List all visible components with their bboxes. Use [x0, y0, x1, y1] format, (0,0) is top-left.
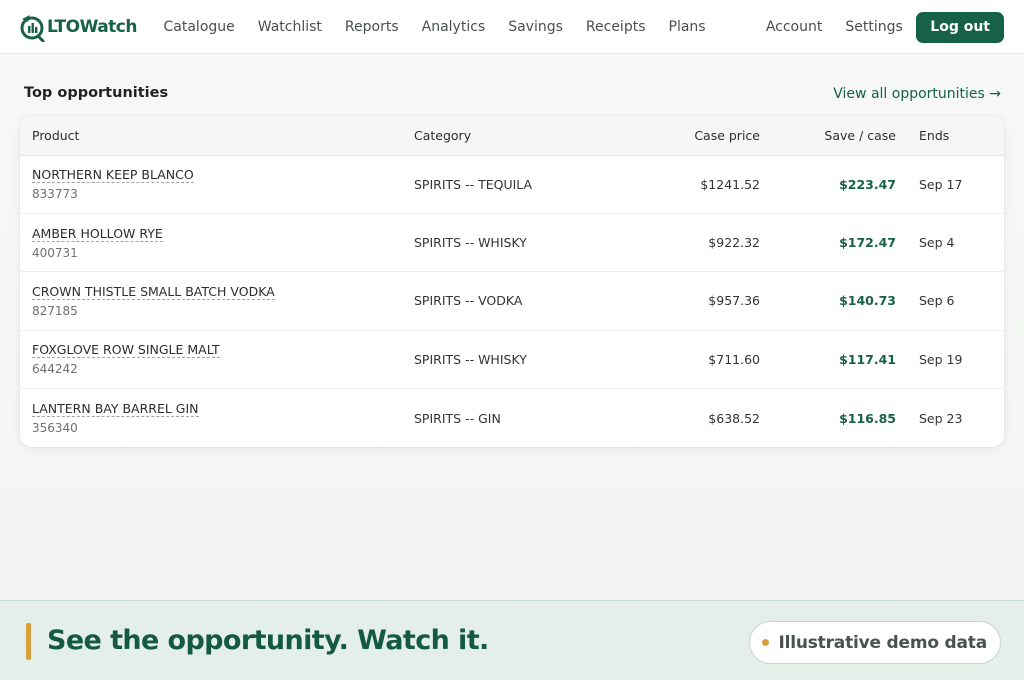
category-cell: SPIRITS -- TEQUILA	[414, 176, 533, 192]
status-dot-icon	[762, 639, 770, 646]
product-code: 400731	[32, 245, 78, 260]
category-cell: SPIRITS -- GIN	[414, 410, 501, 426]
product-code: 356340	[32, 421, 78, 435]
case-price-cell: $711.60	[708, 351, 760, 367]
product-cell: NORTHERN KEEP BLANCO 833773	[20, 155, 414, 213]
case-price-cell: $1241.52	[700, 176, 760, 192]
demo-data-badge: Illustrative demo data	[749, 621, 1001, 664]
table-row: AMBER HOLLOW RYE 400731 SPIRITS -- WHISK…	[20, 213, 1004, 272]
save-per-case-cell: $223.47	[839, 176, 896, 192]
product-cell: AMBER HOLLOW RYE 400731	[20, 213, 414, 271]
table-row: CROWN THISTLE SMALL BATCH VODKA 827185 S…	[20, 272, 1004, 331]
top-navigation-bar: LTOWatch Catalogue Watchlist Reports Ana…	[0, 0, 1024, 54]
case-price-cell: $957.36	[708, 293, 760, 309]
product-cell: LANTERN BAY BARREL GIN 356340	[20, 389, 414, 447]
nav-settings[interactable]: Settings	[834, 19, 914, 35]
nav-analytics[interactable]: Analytics	[410, 19, 497, 35]
column-header-save-per-case: Save / case	[760, 116, 896, 156]
table-header-row: Product Category Case price Save / case …	[20, 116, 1004, 156]
logout-button[interactable]: Log out	[916, 11, 1004, 43]
product-code: 833773	[32, 187, 78, 202]
section-title: Top opportunities	[24, 85, 169, 101]
column-header-case-price: Case price	[676, 116, 760, 156]
account-nav: Account Settings Log out	[754, 0, 1004, 54]
banner-accent-bar	[26, 623, 31, 660]
save-per-case-cell: $117.41	[839, 351, 896, 367]
product-name-link[interactable]: AMBER HOLLOW RYE	[32, 226, 163, 242]
save-per-case-cell: $172.47	[839, 235, 896, 251]
nav-receipts[interactable]: Receipts	[574, 19, 657, 35]
ends-cell: Sep 17	[919, 176, 963, 192]
product-name-link[interactable]: LANTERN BAY BARREL GIN	[32, 401, 199, 417]
column-header-category: Category	[414, 116, 676, 156]
column-header-product: Product	[20, 116, 414, 156]
product-cell: CROWN THISTLE SMALL BATCH VODKA 827185	[20, 272, 414, 330]
nav-reports[interactable]: Reports	[333, 19, 410, 35]
ends-cell: Sep 6	[919, 293, 955, 309]
nav-savings[interactable]: Savings	[497, 19, 575, 35]
table-row: LANTERN BAY BARREL GIN 356340 SPIRITS --…	[20, 389, 1004, 447]
product-name-link[interactable]: NORTHERN KEEP BLANCO	[32, 167, 194, 184]
ends-cell: Sep 23	[919, 410, 963, 426]
column-header-ends: Ends	[896, 116, 1004, 156]
nav-account[interactable]: Account	[754, 19, 834, 35]
brand-logo[interactable]: LTOWatch	[19, 12, 138, 42]
save-per-case-cell: $140.73	[839, 293, 896, 309]
table-row: NORTHERN KEEP BLANCO 833773 SPIRITS -- T…	[20, 155, 1004, 214]
brand-name: LTOWatch	[47, 17, 138, 37]
product-code: 644242	[32, 362, 78, 377]
main-nav: Catalogue Watchlist Reports Analytics Sa…	[152, 0, 717, 54]
nav-catalogue[interactable]: Catalogue	[152, 19, 246, 35]
case-price-cell: $638.52	[708, 410, 760, 426]
opportunities-table: Product Category Case price Save / case …	[20, 116, 1004, 447]
promo-banner: See the opportunity. Watch it. Illustrat…	[0, 600, 1024, 680]
ends-cell: Sep 4	[919, 235, 955, 251]
case-price-cell: $922.32	[708, 235, 760, 251]
product-code: 827185	[32, 303, 78, 318]
product-name-link[interactable]: FOXGLOVE ROW SINGLE MALT	[32, 342, 220, 359]
save-per-case-cell: $116.85	[839, 410, 896, 426]
logo-icon	[20, 15, 45, 42]
opportunities-table-card: Product Category Case price Save / case …	[20, 116, 1004, 447]
nav-watchlist[interactable]: Watchlist	[246, 19, 333, 35]
banner-headline: See the opportunity. Watch it.	[47, 625, 489, 656]
ends-cell: Sep 19	[919, 351, 963, 367]
nav-plans[interactable]: Plans	[657, 19, 717, 35]
view-all-opportunities-link[interactable]: View all opportunities →	[833, 86, 1001, 102]
category-cell: SPIRITS -- WHISKY	[414, 235, 527, 251]
category-cell: SPIRITS -- VODKA	[414, 293, 523, 309]
demo-data-label: Illustrative demo data	[778, 632, 987, 653]
category-cell: SPIRITS -- WHISKY	[414, 351, 527, 367]
product-cell: FOXGLOVE ROW SINGLE MALT 644242	[20, 330, 414, 388]
product-name-link[interactable]: CROWN THISTLE SMALL BATCH VODKA	[32, 284, 275, 300]
table-row: FOXGLOVE ROW SINGLE MALT 644242 SPIRITS …	[20, 330, 1004, 389]
